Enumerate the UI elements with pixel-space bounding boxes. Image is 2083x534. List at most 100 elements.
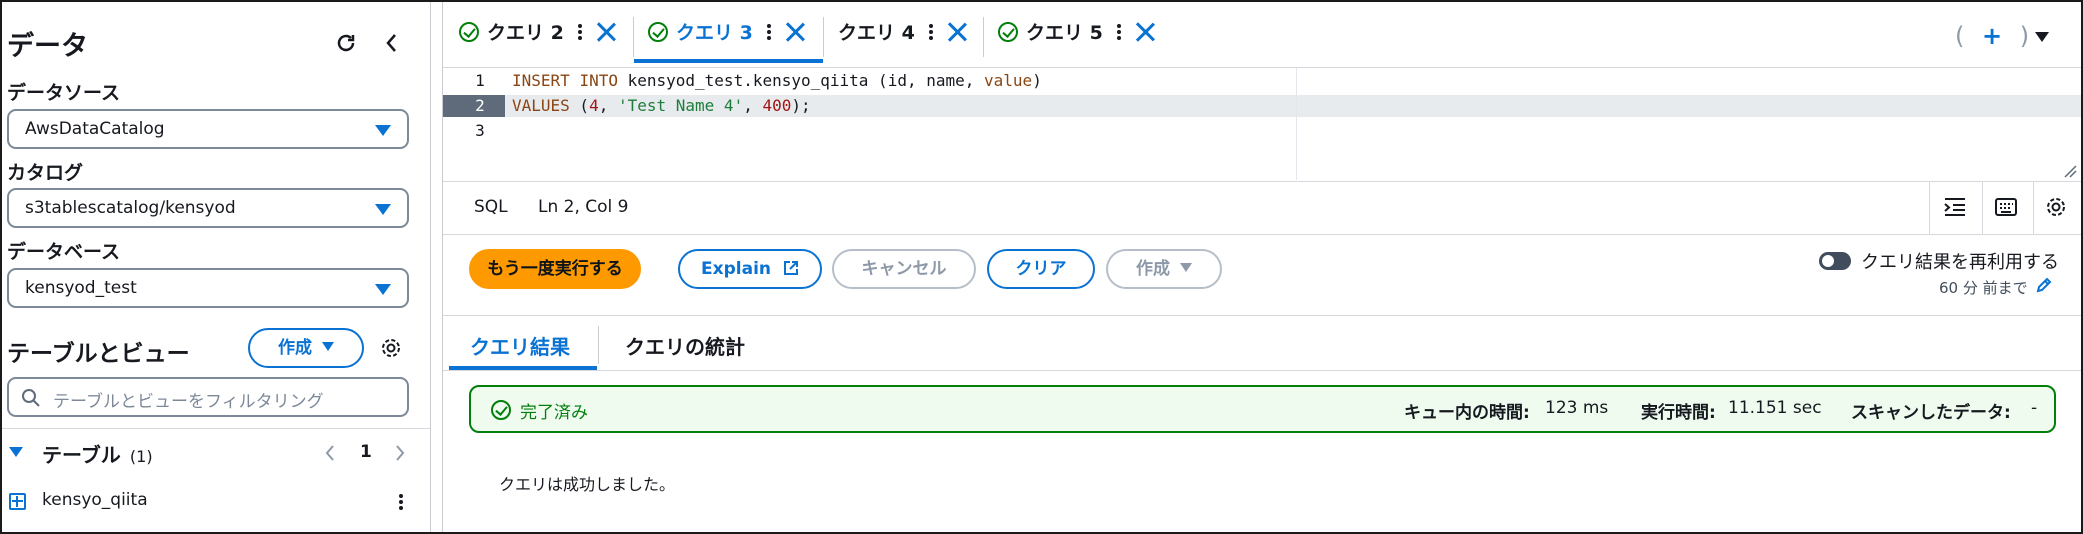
page-number[interactable]: 1 [360,442,372,462]
next-page-icon[interactable] [393,443,407,463]
keyboard-icon[interactable] [1994,197,2018,217]
actions-bottom-line [443,315,2081,316]
print-margin [1296,68,1297,180]
editor-settings-gear-icon[interactable] [2045,196,2067,218]
code-line-2[interactable]: VALUES (4, 'Test Name 4', 400); [512,96,811,115]
explain-label: Explain [701,259,772,279]
queue-time-value: 123 ms [1545,398,1609,418]
resize-handle-icon[interactable] [2063,163,2077,178]
code-line-1[interactable]: INSERT INTO kensyod_test.kensyo_qiita (i… [512,71,1042,90]
clear-button[interactable]: クリア [987,249,1095,289]
caret-down-icon [322,342,334,351]
tab-list-dropdown-icon[interactable] [2035,32,2049,42]
tables-views-label: テーブルとビュー [7,341,190,367]
tables-expand-toggle[interactable] [9,447,23,457]
data-source-label: データソース [7,82,121,104]
caret-down-icon [1180,263,1192,272]
data-source-value: AwsDataCatalog [25,119,165,139]
sql-text: , [743,96,763,115]
table-item-menu-icon[interactable] [399,491,403,512]
paren-close-icon: ) [2019,22,2030,50]
sidebar-title: データ [7,31,88,62]
tab-menu-icon[interactable] [766,22,771,42]
catalog-label: カタログ [7,162,84,184]
tab-query-5[interactable]: クエリ 5 [998,18,1155,58]
database-label: データベース [7,241,121,263]
tab-divider [983,17,984,57]
success-check-icon [459,21,479,42]
language-indicator: SQL [474,197,508,217]
tab-divider [633,17,634,57]
editor-bottom-line [443,181,2081,182]
sql-keyword: VALUES [512,96,570,115]
result-tabs-bottom-line [443,370,2081,371]
chevron-down-icon [375,284,391,295]
success-check-icon [491,399,511,420]
tab-query-3[interactable]: クエリ 3 [648,18,805,58]
scanned-data-label: スキャンしたデータ: [1851,403,2011,423]
tabs-bottom-line [443,67,2081,68]
close-icon[interactable] [596,22,616,42]
cancel-button[interactable]: キャンセル [832,249,976,289]
scanned-data-value: - [2031,398,2038,418]
refresh-icon[interactable] [334,31,358,55]
sql-keyword: value [984,71,1033,90]
create-button[interactable]: 作成 [1106,249,1222,289]
sql-text: , [598,96,618,115]
tab-label: クエリ 3 [676,22,753,44]
create-label: 作成 [1136,259,1170,279]
table-expand-icon[interactable] [9,493,26,510]
close-icon[interactable] [785,22,805,42]
sql-text: kensyod_test.kensyo_qiita (id, name, [617,71,985,90]
status-banner: 完了済み キュー内の時間: 123 ms 実行時間: 11.151 sec スキ… [469,385,2056,433]
status-text: 完了済み [520,403,588,423]
line-number: 3 [475,121,485,140]
tab-divider [823,17,824,57]
data-source-select[interactable]: AwsDataCatalog [7,109,409,149]
format-indent-icon[interactable] [1943,196,1967,218]
tables-header: テーブル (1) [42,439,153,468]
tab-menu-icon[interactable] [1116,22,1121,42]
reuse-results-toggle[interactable] [1819,252,1851,270]
new-tab-group: ( + ) [1955,22,2029,50]
tab-query-stats[interactable]: クエリの統計 [625,331,745,360]
create-table-button[interactable]: 作成 [248,328,364,368]
close-icon[interactable] [947,22,967,42]
collapse-sidebar-icon[interactable] [382,32,402,54]
create-label: 作成 [278,338,312,358]
tab-label: クエリ 5 [1026,22,1103,44]
run-again-button[interactable]: もう一度実行する [469,249,641,289]
editor-toolbar-bottom-line [443,234,2081,235]
tab-label: クエリ 2 [487,22,564,44]
table-item-name[interactable]: kensyo_qiita [42,490,148,510]
toolbar-divider [1982,182,1983,234]
sql-string: 'Test Name 4' [617,96,744,115]
edit-pencil-icon[interactable] [2035,276,2053,294]
tab-query-2[interactable]: クエリ 2 [459,18,616,58]
sql-text: ) [1032,71,1042,90]
cursor-position: Ln 2, Col 9 [538,197,629,217]
close-icon[interactable] [1135,22,1155,42]
database-select[interactable]: kensyod_test [7,268,409,308]
tab-query-results[interactable]: クエリ結果 [470,331,570,360]
sidebar-divider-line [2,428,430,429]
active-tab-underline [634,59,823,63]
sql-keyword: INTO [579,71,618,90]
tab-menu-icon[interactable] [577,22,582,42]
explain-button[interactable]: Explain [678,249,822,289]
tab-query-4[interactable]: クエリ 4 [838,18,967,58]
table-filter-input[interactable]: テーブルとビューをフィルタリング [7,377,409,417]
tables-count: (1) [129,447,153,466]
queue-time-label: キュー内の時間: [1404,403,1530,423]
external-link-icon [783,253,799,275]
sql-text: ); [791,96,811,115]
tab-menu-icon[interactable] [928,22,933,42]
search-icon [21,388,41,408]
result-message: クエリは成功しました。 [499,475,676,494]
paren-open-icon: ( [1955,22,1965,50]
tables-header-label: テーブル [42,443,121,467]
catalog-select[interactable]: s3tablescatalog/kensyod [7,188,409,228]
add-tab-icon[interactable]: + [1982,22,2002,50]
prev-page-icon[interactable] [323,443,337,463]
gear-icon[interactable] [380,337,402,359]
